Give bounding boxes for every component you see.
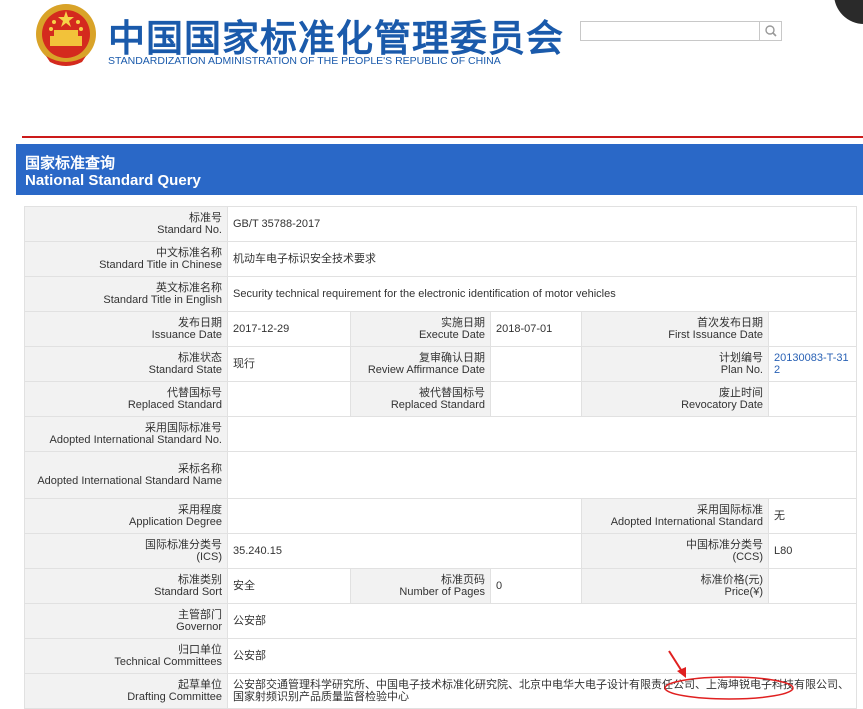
number-of-pages-label: 标准页码 Number of Pages [350,568,491,604]
table-row: 主管部门 Governor 公安部 [24,603,858,639]
table-row: 采用国际标准号 Adopted International Standard No… [24,416,858,452]
ccs-label: 中国标准分类号 (CCS) [581,533,769,569]
governor-label: 主管部门 Governor [24,603,228,639]
technical-committees-label: 归口单位 Technical Committees [24,638,228,674]
plan-no-label: 计划编号 Plan No. [581,346,769,382]
table-row: 国际标准分类号 (ICS) 35.240.15 中国标准分类号 (CCS) L80 [24,533,858,569]
standard-sort-value: 安全 [227,568,351,604]
revocatory-date-label: 废止时间 Revocatory Date [581,381,769,417]
adopted-intl-no-value [226,416,858,452]
review-date-value [490,346,582,382]
adopted-intl-standard-label: 采用国际标准 Adopted International Standard [581,498,769,534]
price-label: 标准价格(元) Price(¥) [581,568,769,604]
issuance-date-value: 2017-12-29 [227,311,351,347]
standard-no-value: GB/T 35788-2017 [226,206,858,242]
title-cn-value: 机动车电子标识安全技术要求 [226,241,858,277]
revocatory-date-value [767,381,858,417]
standard-state-value: 现行 [227,346,351,382]
table-row: 采用程度 Application Degree 采用国际标准 Adopted Int… [24,498,858,534]
standard-info-table: 标准号 Standard No. GB/T 35788-2017 中文标准名称 St… [24,206,858,709]
ccs-value: L80 [767,533,858,569]
search-icon [765,25,777,37]
table-row: 标准号 Standard No. GB/T 35788-2017 [24,206,858,242]
drafting-text-before: 公安部交通管理科学研究所、中国电子技术标准化研究院、北京中电华大电子设计有限责任… [233,679,706,691]
ics-label: 国际标准分类号 (ICS) [24,533,228,569]
price-value [767,568,858,604]
execute-date-label: 实施日期 Execute Date [350,311,491,347]
title-en-value: Security technical requirement for the e… [226,276,858,312]
plan-no-value[interactable]: 20130083-T-312 [767,346,858,382]
title-cn-label: 中文标准名称 Standard Title in Chinese [24,241,228,277]
application-degree-label: 采用程度 Application Degree [24,498,228,534]
table-row: 标准状态 Standard State 现行 复审确认日期 Review Affir… [24,346,858,382]
drafting-committee-label: 起草单位 Drafting Committee [24,673,228,709]
standard-state-label: 标准状态 Standard State [24,346,228,382]
review-date-label: 复审确认日期 Review Affirmance Date [350,346,491,382]
replaced-by-label: 被代替国标号 Replaced Standard [350,381,491,417]
adopted-intl-name-label: 采标名称 Adopted International Standard Name [24,451,228,499]
governor-value: 公安部 [226,603,858,639]
first-issuance-date-label: 首次发布日期 First Issuance Date [581,311,769,347]
header-divider [22,136,863,138]
drafting-text-highlight: 上海坤锐电子科技有限公司 [706,679,838,691]
adopted-intl-name-value [226,451,858,499]
query-title-cn: 国家标准查询 [25,155,116,172]
table-row: 英文标准名称 Standard Title in English Security… [24,276,858,312]
site-title-en: STANDARDIZATION ADMINISTRATION OF THE PE… [108,55,501,67]
replaced-by-value [490,381,582,417]
technical-committees-value: 公安部 [226,638,858,674]
table-row: 标准类别 Standard Sort 安全 标准页码 Number of Pages… [24,568,858,604]
search-input[interactable] [581,22,759,40]
table-row: 采标名称 Adopted International Standard Name [24,451,858,499]
table-row: 归口单位 Technical Committees 公安部 [24,638,858,674]
table-row: 发布日期 Issuance Date 2017-12-29 实施日期 Execute… [24,311,858,347]
title-en-label: 英文标准名称 Standard Title in English [24,276,228,312]
query-title-en: National Standard Query [25,172,201,189]
adopted-intl-no-label: 采用国际标准号 Adopted International Standard No… [24,416,228,452]
adopted-intl-standard-value: 无 [767,498,858,534]
first-issuance-date-value [767,311,858,347]
site-title-cn: 中国国家标准化管理委员会 [108,18,564,59]
execute-date-value: 2018-07-01 [490,311,582,347]
application-degree-value [227,498,582,534]
site-header: 中国国家标准化管理委员会 STANDARDIZATION ADMINISTRAT… [0,0,863,90]
table-row: 起草单位 Drafting Committee 公安部交通管理科学研究所、中国电子… [24,673,858,709]
drafting-committee-value: 公安部交通管理科学研究所、中国电子技术标准化研究院、北京中电华大电子设计有限责任… [226,673,858,709]
number-of-pages-value: 0 [490,568,582,604]
replaced-standard-value [227,381,351,417]
issuance-date-label: 发布日期 Issuance Date [24,311,228,347]
table-row: 代替国标号 Replaced Standard 被代替国标号 Replaced St… [24,381,858,417]
standard-no-label: 标准号 Standard No. [24,206,228,242]
search-box [580,21,782,41]
national-emblem-icon [36,4,96,66]
standard-sort-label: 标准类别 Standard Sort [24,568,228,604]
ics-value: 35.240.15 [227,533,582,569]
replaced-standard-label: 代替国标号 Replaced Standard [24,381,228,417]
search-button[interactable] [759,22,781,40]
query-header-bar: 国家标准查询 National Standard Query [16,144,863,195]
table-row: 中文标准名称 Standard Title in Chinese 机动车电子标识安… [24,241,858,277]
